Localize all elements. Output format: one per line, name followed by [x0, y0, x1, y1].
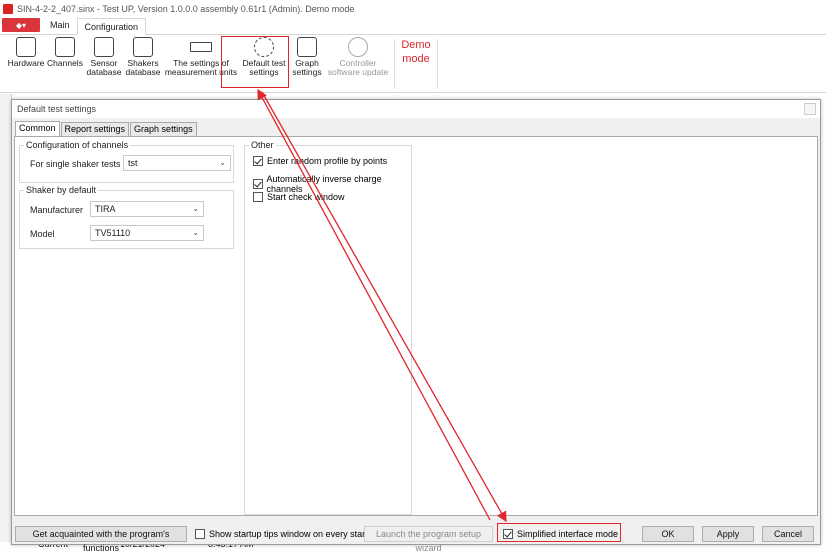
arrow-to-simplified-mode	[261, 91, 507, 523]
annotation-arrows	[257, 88, 507, 523]
arrow-to-ribbon-button	[257, 88, 491, 521]
